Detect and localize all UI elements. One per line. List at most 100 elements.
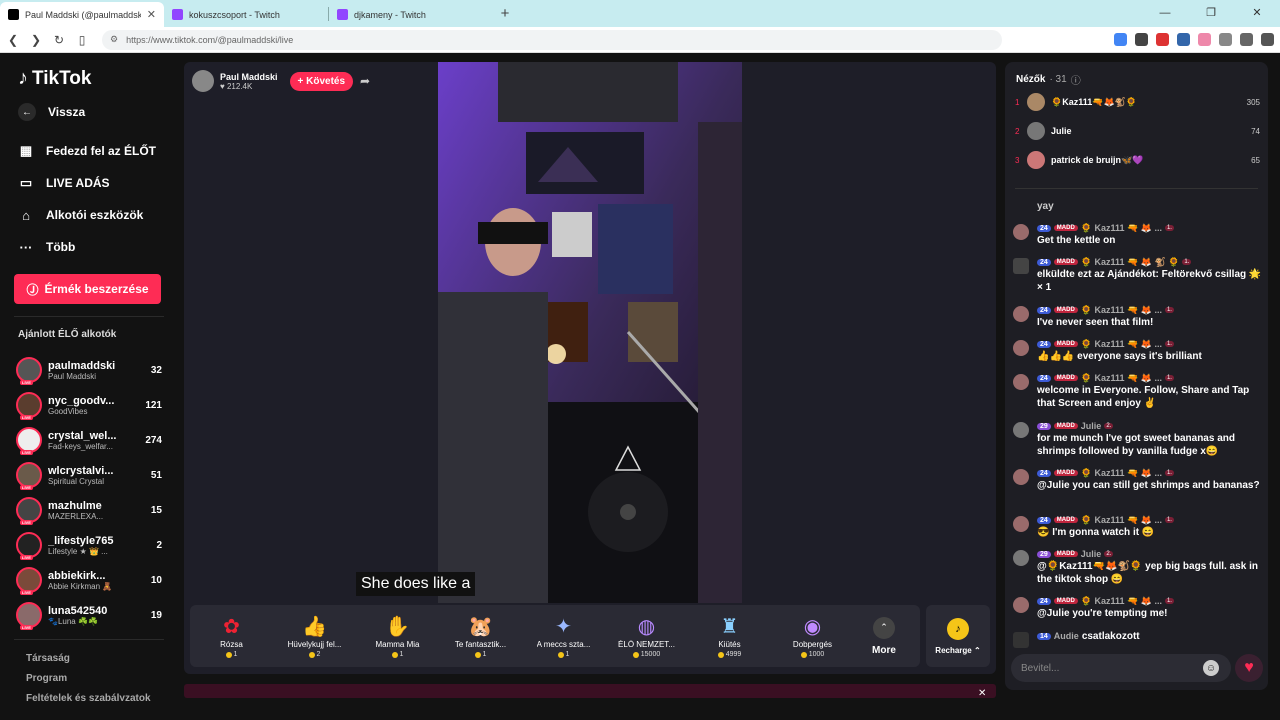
footer-link-program[interactable]: Program xyxy=(26,673,67,684)
creator-item[interactable]: LIVE mazhulme MAZERLEXA... 15 xyxy=(16,495,162,525)
avatar[interactable] xyxy=(1013,306,1029,322)
username[interactable]: 🌻 Kaz111 🔫 🦊 ... xyxy=(1081,596,1162,607)
avatar[interactable] xyxy=(1013,469,1029,485)
username[interactable]: 🌻 Kaz111 🔫 🦊 ... xyxy=(1081,339,1162,350)
menu-dots-icon[interactable] xyxy=(1261,33,1274,46)
sidebar-item-live[interactable]: ▭ LIVE ADÁS xyxy=(18,175,110,191)
sidebar-icon[interactable] xyxy=(1240,33,1253,46)
puzzle-icon[interactable] xyxy=(1219,33,1232,46)
username[interactable]: Audie xyxy=(1054,631,1079,641)
more-gifts-button[interactable]: ⌃ More xyxy=(854,605,914,667)
new-tab-icon[interactable]: + xyxy=(493,5,517,22)
username[interactable]: 🌻 Kaz111 🔫 🦊 ... xyxy=(1081,373,1162,384)
host-name[interactable]: Paul Maddski xyxy=(220,72,278,82)
sidebar-item-explore-live[interactable]: ▦ Fedezd fel az ÉLŐT xyxy=(18,143,156,159)
gift-item[interactable]: 👍 Hüvelykujj fel... 2 xyxy=(273,605,356,667)
top-viewer-row[interactable]: 1 🌻Kaz111🔫🦊🐒🌻 305 xyxy=(1015,91,1260,113)
username[interactable]: Julie xyxy=(1081,549,1102,559)
message-text: @Julie you can still get shrimps and ban… xyxy=(1037,480,1260,491)
top-viewer-row[interactable]: 3 patrick de bruijn🦋💜 65 xyxy=(1015,149,1260,171)
browser-tab-tiktok[interactable]: Paul Maddski (@paulmaddski) ✕ xyxy=(0,2,164,27)
creator-item[interactable]: LIVE luna542540 🐾Luna ☘️☘️ 19 xyxy=(16,600,162,630)
thumbs-up-icon: 👍 xyxy=(302,615,327,638)
site-info-icon[interactable]: ⚙ xyxy=(110,34,118,45)
rose-icon: ✿ xyxy=(223,615,240,638)
live-video[interactable] xyxy=(438,62,742,603)
avatar[interactable] xyxy=(1013,422,1029,438)
recharge-button[interactable]: ♪ Recharge ⌃ xyxy=(926,605,990,667)
gift-name: Te fantasztik... xyxy=(454,640,507,649)
creator-sub: MAZERLEXA... xyxy=(48,511,104,521)
gift-item[interactable]: ◍ ÉLŐ NEMZET... 15000 xyxy=(605,605,688,667)
bookmark-icon[interactable]: ▯ xyxy=(72,33,92,47)
gift-item[interactable]: ✿ Rózsa 1 xyxy=(190,605,273,667)
bottom-banner[interactable] xyxy=(184,684,996,698)
browser-tab-kokusz[interactable]: kokuszcsoport - Twitch xyxy=(164,2,328,27)
share-icon[interactable]: ➦ xyxy=(360,74,370,88)
footer-link-terms[interactable]: Feltételek és szabályzatok xyxy=(26,693,151,701)
creator-item[interactable]: LIVE crystal_wel... Fad-keys_welfar... 27… xyxy=(16,425,162,455)
username[interactable]: 🌻 Kaz111 🔫 🦊 ... xyxy=(1081,305,1162,316)
extension-icon[interactable] xyxy=(1156,33,1169,46)
avatar[interactable] xyxy=(1013,597,1029,613)
reload-icon[interactable]: ↻ xyxy=(49,33,69,47)
gift-price: 1 xyxy=(557,651,569,658)
creator-item[interactable]: LIVE nyc_goodv... GoodVibes 121 xyxy=(16,390,162,420)
chat-input[interactable]: Bevitel... xyxy=(1011,654,1231,682)
emoji-icon[interactable]: ☺ xyxy=(1203,660,1219,676)
minimize-icon[interactable]: — xyxy=(1142,0,1188,27)
username[interactable]: 🌻 Kaz111 🔫 🦊 ... xyxy=(1081,515,1162,526)
gift-name: A meccs szta... xyxy=(536,640,591,649)
creator-item[interactable]: LIVE paulmaddski Paul Maddski 32 xyxy=(16,355,162,385)
host-avatar[interactable] xyxy=(192,70,214,92)
sidebar-item-more[interactable]: ··· Több xyxy=(18,239,76,255)
gift-item[interactable]: ◉ Dobpergés 1000 xyxy=(771,605,854,667)
help-icon[interactable]: ⓘ xyxy=(1071,72,1081,87)
browser-tab-djkameny[interactable]: djkameny - Twitch xyxy=(329,2,493,27)
avatar xyxy=(1027,122,1045,140)
logo-text: TikTok xyxy=(32,67,92,89)
planet-icon: ◍ xyxy=(637,615,656,638)
gift-item[interactable]: ✋ Mamma Mia 1 xyxy=(356,605,439,667)
creator-sub: GoodVibes xyxy=(48,406,88,416)
extension-icon[interactable] xyxy=(1177,33,1190,46)
avatar[interactable] xyxy=(1013,374,1029,390)
close-window-icon[interactable]: ✕ xyxy=(1234,0,1280,27)
more-label: More xyxy=(872,644,896,656)
username[interactable]: 🌻 Kaz111 🔫 🦊 ... xyxy=(1081,223,1162,234)
forward-arrow-icon[interactable]: ❯ xyxy=(26,33,46,47)
avatar[interactable] xyxy=(1013,550,1029,566)
footer-link-company[interactable]: Társaság xyxy=(26,653,70,664)
extension-icon[interactable] xyxy=(1198,33,1211,46)
close-tab-icon[interactable]: ✕ xyxy=(147,8,156,21)
creator-item[interactable]: LIVE _lifestyle765 Lifestyle ★ 👑 ... 2 xyxy=(16,530,162,560)
creator-item[interactable]: LIVE wlcrystalvi... Spiritual Crystal 51 xyxy=(16,460,162,490)
get-coins-button[interactable]: Ⓙ Érmék beszerzése xyxy=(14,274,161,304)
extension-icon[interactable] xyxy=(1135,33,1148,46)
gift-item[interactable]: ♜ Kiütés 4999 xyxy=(688,605,771,667)
gift-price-value: 2 xyxy=(316,651,321,658)
rank-badge: 1. xyxy=(1164,307,1174,313)
username[interactable]: Julie xyxy=(1081,421,1102,431)
top-viewer-row[interactable]: 2 Julie 74 xyxy=(1015,120,1260,142)
translate-icon[interactable] xyxy=(1114,33,1127,46)
creator-item[interactable]: LIVE abbiekirk... Abbie Kirkman 🧸 10 xyxy=(16,565,162,595)
avatar[interactable] xyxy=(1013,516,1029,532)
maximize-icon[interactable]: ❐ xyxy=(1188,0,1234,27)
username[interactable]: 🌻 Kaz111 🔫 🦊 🐒 🌻 xyxy=(1081,257,1180,268)
gift-item[interactable]: 🐹 Te fantasztik... 1 xyxy=(439,605,522,667)
message-meta: 29 MADD Julie 2. xyxy=(1037,548,1263,560)
tiktok-logo[interactable]: ♪ TikTok xyxy=(18,67,91,90)
back-button[interactable]: ← Vissza xyxy=(18,103,85,121)
username[interactable]: 🌻 Kaz111 🔫 🦊 ... xyxy=(1081,468,1162,479)
sidebar-item-creator-tools[interactable]: ⌂ Alkotói eszközök xyxy=(18,207,143,223)
like-heart-icon[interactable]: ♥ xyxy=(1235,654,1263,682)
avatar[interactable] xyxy=(1013,224,1029,240)
url-input[interactable]: ⚙ https://www.tiktok.com/@paulmaddski/li… xyxy=(102,29,1002,50)
avatar[interactable] xyxy=(1013,340,1029,356)
close-icon[interactable]: ✕ xyxy=(978,688,986,699)
back-arrow-icon[interactable]: ❮ xyxy=(3,33,23,47)
gift-item[interactable]: ✦ A meccs szta... 1 xyxy=(522,605,605,667)
follow-button[interactable]: + Követés xyxy=(289,71,354,91)
drum-icon: ◉ xyxy=(803,615,822,638)
